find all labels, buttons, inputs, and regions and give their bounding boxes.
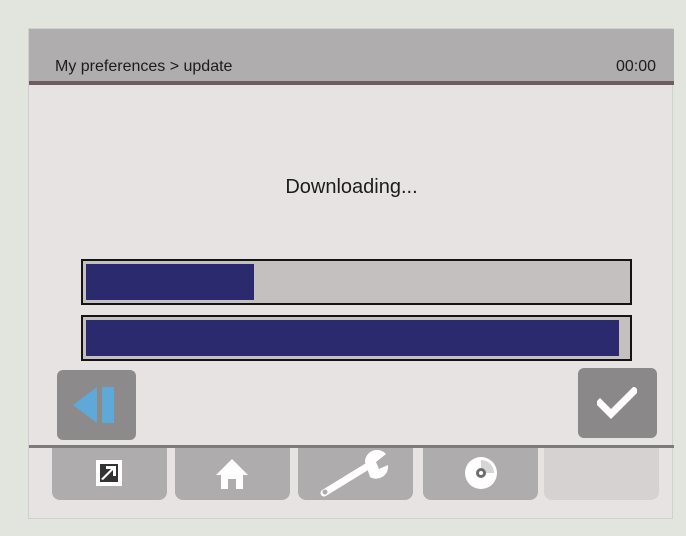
back-button[interactable]: [57, 370, 136, 440]
check-icon: [597, 387, 637, 419]
home-icon: [216, 459, 248, 489]
status-text: Downloading...: [285, 176, 418, 198]
tab-media[interactable]: [423, 448, 538, 500]
confirm-button[interactable]: [578, 368, 657, 438]
external-link-icon: [96, 460, 122, 486]
header-bar: My preferences > update 00:00: [29, 29, 674, 85]
total-progress-bar: [81, 315, 632, 361]
device-screen: My preferences > update 00:00 Downloadin…: [28, 28, 674, 519]
back-icon: [73, 387, 114, 423]
breadcrumb: My preferences > update: [55, 58, 233, 75]
wrench-icon: [320, 450, 389, 497]
download-progress-bar: [81, 259, 632, 305]
tab-empty: [544, 448, 659, 500]
tab-home[interactable]: [175, 448, 290, 500]
tab-shortcut[interactable]: [52, 448, 167, 500]
total-progress-fill: [86, 320, 619, 356]
disc-icon: [465, 457, 497, 489]
tab-settings[interactable]: [298, 448, 413, 500]
clock: 00:00: [615, 58, 656, 75]
download-progress-fill: [86, 264, 254, 300]
